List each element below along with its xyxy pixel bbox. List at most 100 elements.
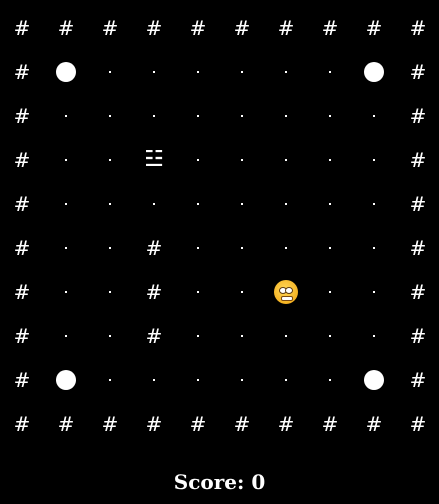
wall-tile: # [189,16,207,40]
pellet [329,203,331,205]
pellet-cell [88,226,132,270]
pellet-cell [132,358,176,402]
pellet [241,291,243,293]
wall-tile: # [13,16,31,40]
pellet-cell [308,182,352,226]
pellet [241,71,243,73]
player-eye [285,287,293,294]
pellet-cell [44,138,88,182]
wall-tile: # [409,368,427,392]
pellet-cell [88,270,132,314]
wall-tile: # [409,60,427,84]
pellet-cell [132,182,176,226]
pellet-cell [44,226,88,270]
wall-tile: # [57,412,75,436]
pellet [197,115,199,117]
wall-tile: # [409,280,427,304]
power-pellet [56,62,76,82]
wall-tile: # [13,324,31,348]
pellet [65,115,67,117]
wall-tile: # [233,412,251,436]
pellet [373,115,375,117]
pellet-cell [220,138,264,182]
pellet [197,203,199,205]
pellet-cell [176,50,220,94]
wall-tile: # [145,412,163,436]
pellet-cell [44,270,88,314]
wall-tile: # [145,280,163,304]
player-cell [264,270,308,314]
pellet [109,71,111,73]
pellet-cell [220,314,264,358]
pellet-cell [264,358,308,402]
wall-tile: # [57,16,75,40]
pellet [65,203,67,205]
wall-tile: # [13,60,31,84]
wall-tile: # [409,148,427,172]
wall-tile: # [13,412,31,436]
power-pellet-cell [44,50,88,94]
pellet-cell [220,94,264,138]
pellet-cell [352,314,396,358]
pellet-cell [264,182,308,226]
pellet-cell [88,50,132,94]
pellet-cell [264,50,308,94]
pellet [285,159,287,161]
pellet-cell [308,50,352,94]
pellet-cell [352,138,396,182]
pellet-cell [308,226,352,270]
score-display: Score: 0 [173,470,266,494]
pellet-cell [44,182,88,226]
player-icon [274,280,298,304]
pellet [197,335,199,337]
pellet-cell [88,138,132,182]
pellet-cell [264,94,308,138]
power-pellet-cell [352,358,396,402]
power-pellet [56,370,76,390]
pellet [241,379,243,381]
pellet [65,291,67,293]
wall-tile: # [409,192,427,216]
pellet [241,203,243,205]
player-mouth [281,296,293,301]
pellet-cell [220,226,264,270]
pellet-cell [264,314,308,358]
pellet [329,335,331,337]
pellet-cell [176,226,220,270]
pellet [109,203,111,205]
wall-tile: # [409,16,427,40]
wall-tile: # [13,192,31,216]
pellet-cell [220,182,264,226]
power-pellet-cell [352,50,396,94]
pellet-cell [176,314,220,358]
pellet [197,247,199,249]
wall-tile: # [277,412,295,436]
wall-tile: # [145,236,163,260]
pellet-cell [88,314,132,358]
wall-tile: # [409,104,427,128]
wall-tile: # [13,236,31,260]
pellet [241,115,243,117]
pellet [153,115,155,117]
pellet [241,247,243,249]
pellet-cell [176,94,220,138]
pellet-cell [44,94,88,138]
power-pellet-cell [44,358,88,402]
pellet [329,71,331,73]
pellet-cell [308,270,352,314]
pellet [109,335,111,337]
pellet [329,379,331,381]
pellet-cell [264,138,308,182]
pellet [373,335,375,337]
pellet-cell [132,94,176,138]
pellet [197,291,199,293]
pellet-cell [88,358,132,402]
pellet-cell [264,226,308,270]
pellet [153,379,155,381]
pellet [197,379,199,381]
pellet-cell [88,182,132,226]
power-pellet [364,370,384,390]
wall-tile: # [365,412,383,436]
wall-tile: # [145,324,163,348]
pellet [241,159,243,161]
